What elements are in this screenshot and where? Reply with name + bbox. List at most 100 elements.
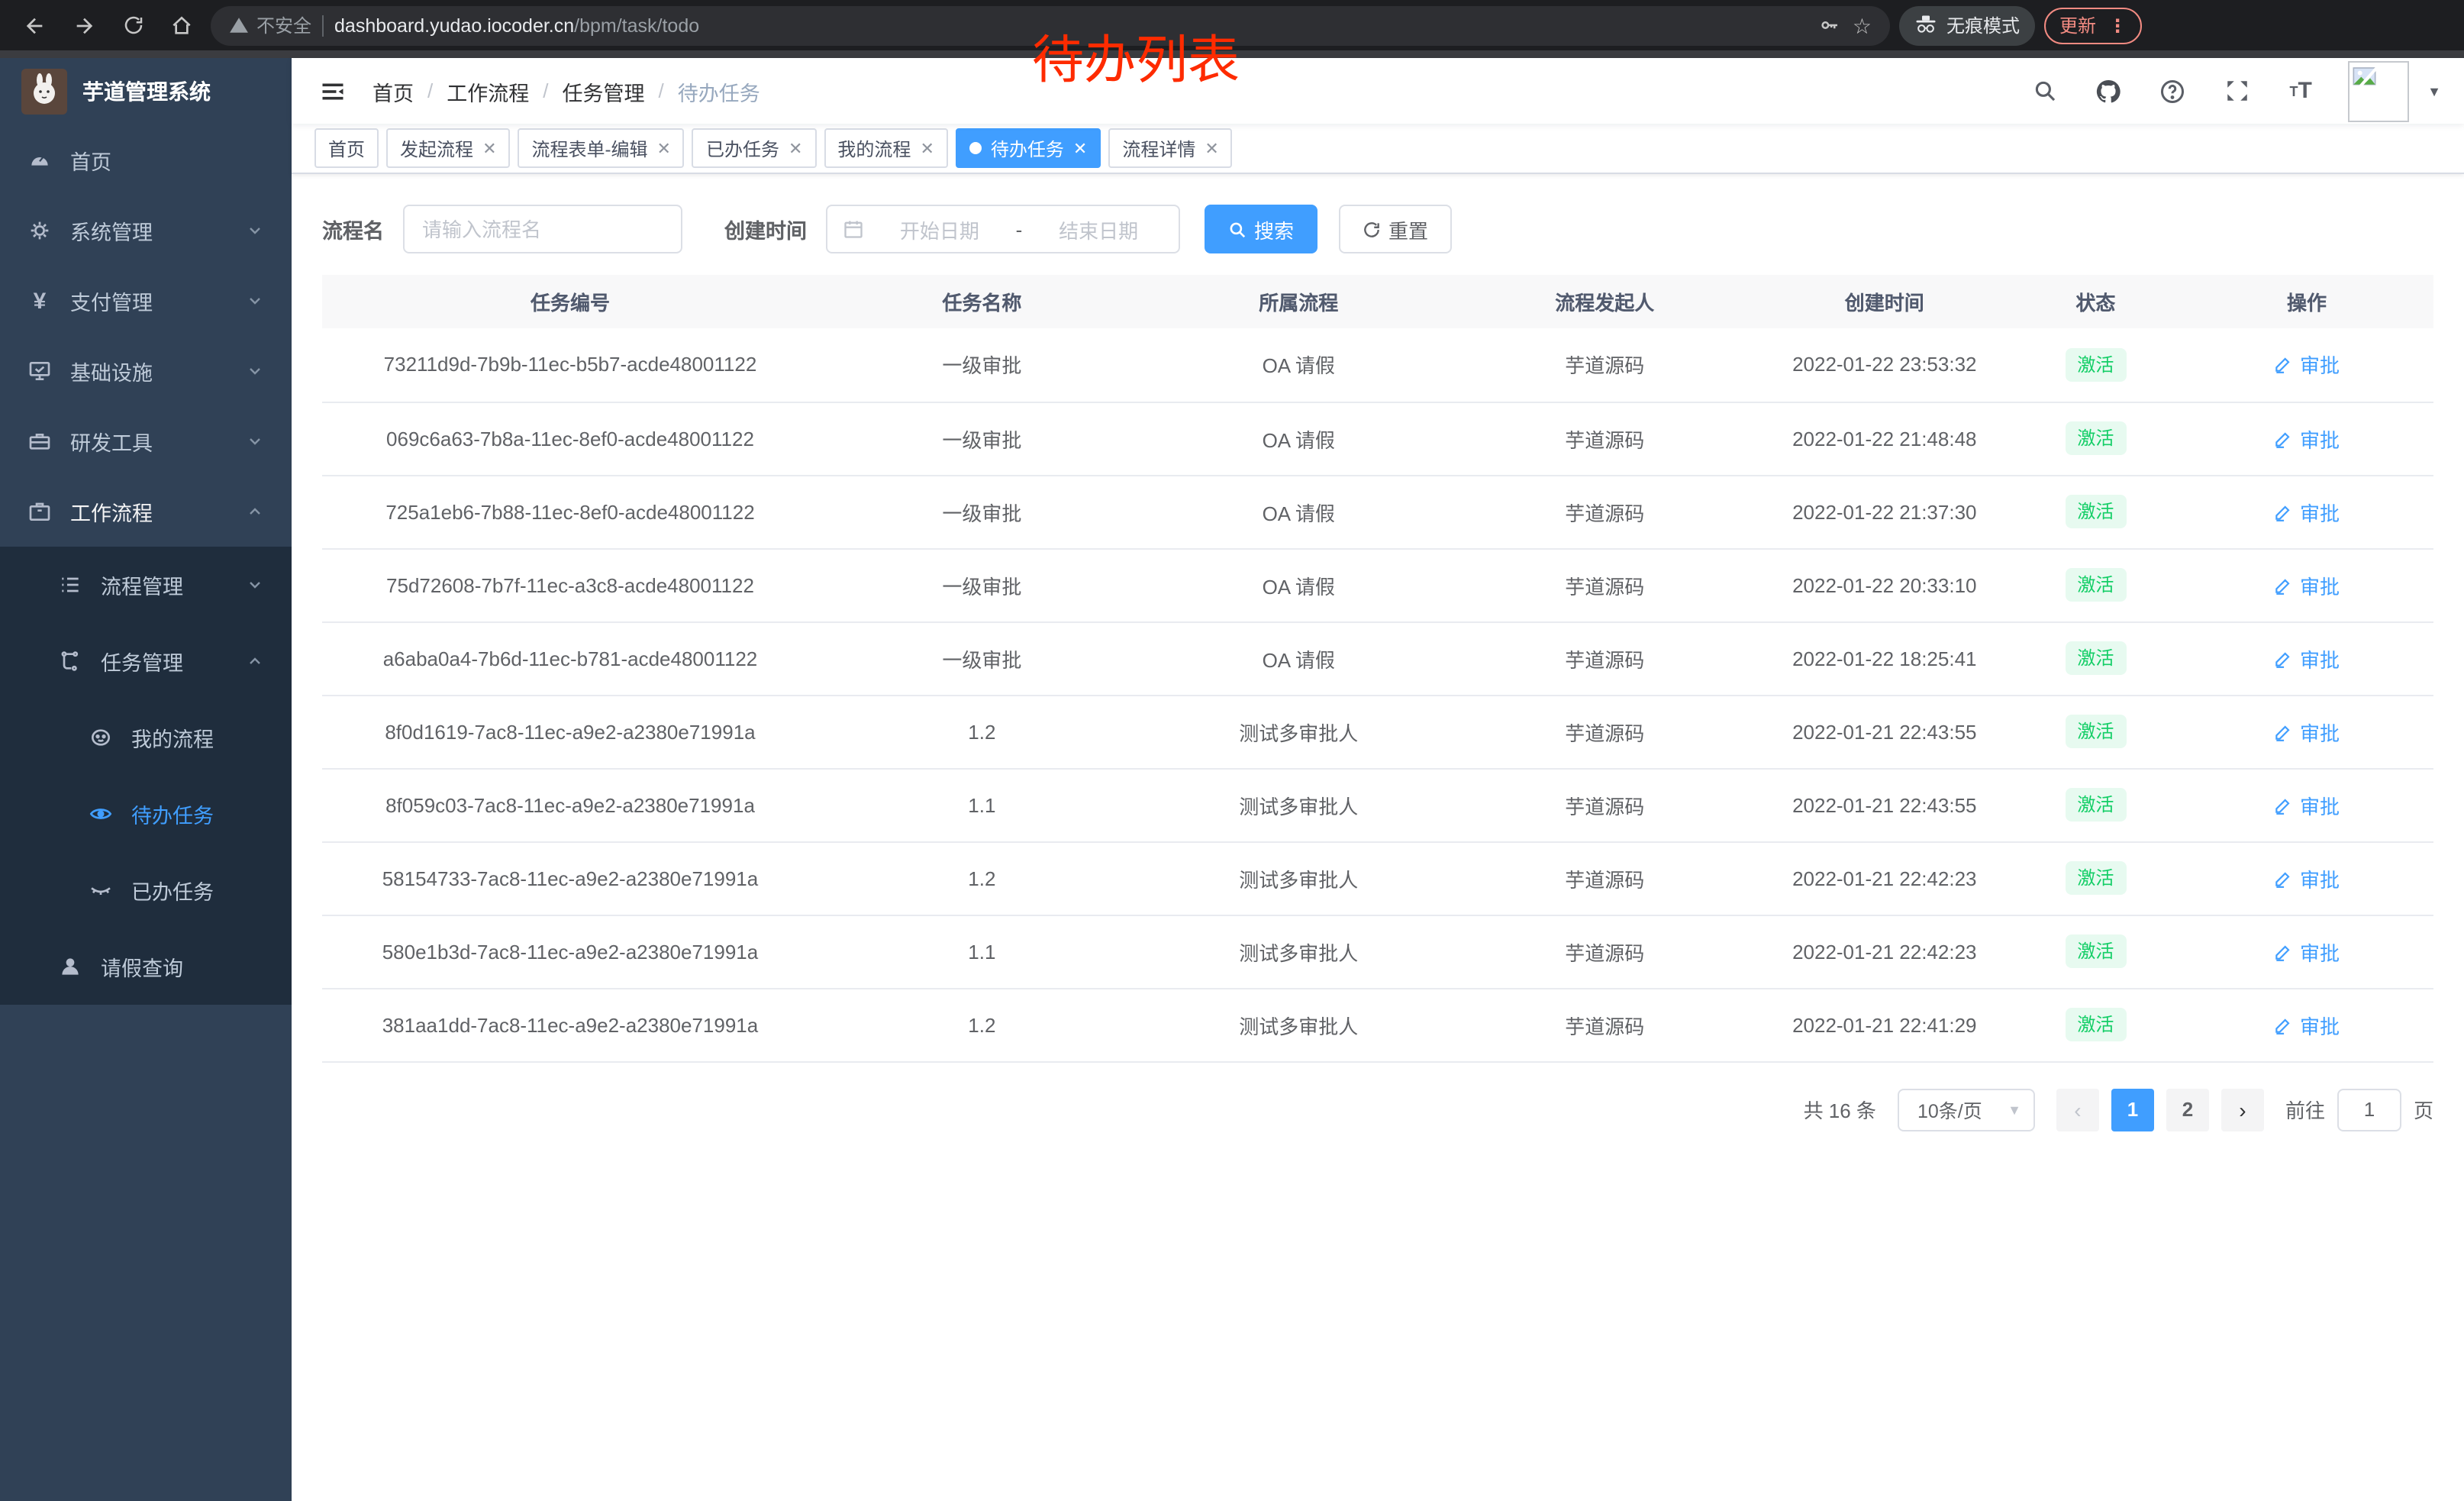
reset-button[interactable]: 重置 [1338,205,1451,253]
approve-link[interactable]: 审批 [2274,790,2340,819]
cell-task-id: 8f0d1619-7ac8-11ec-a9e2-a2380e71991a [322,695,818,768]
sidebar-item-devtools[interactable]: 研发工具 [0,406,292,476]
sidebar-item-system[interactable]: 系统管理 [0,195,292,266]
breadcrumb-home[interactable]: 首页 [373,76,414,106]
active-dot [969,142,982,154]
tab-label: 流程详情 [1122,135,1195,161]
cell-task-id: 580e1b3d-7ac8-11ec-a9e2-a2380e71991a [322,915,818,988]
tab-home[interactable]: 首页 [314,128,379,168]
monitor-icon [27,359,52,383]
sidebar-fold-button[interactable] [314,73,351,109]
goto-page-input[interactable] [2337,1088,2401,1131]
close-icon[interactable]: ✕ [482,138,496,158]
sidebar-item-done-tasks[interactable]: 已办任务 [0,852,292,928]
close-icon[interactable]: ✕ [920,138,934,158]
approve-link[interactable]: 审批 [2274,863,2340,893]
avatar[interactable] [2348,60,2409,121]
sidebar-item-label: 任务管理 [101,646,227,676]
cell-task-name: 1.2 [818,841,1146,915]
sidebar-item-workflow[interactable]: 工作流程 [0,476,292,547]
status-badge: 激活 [2065,715,2126,748]
annotation-overlay-text: 待办列表 [1032,18,1240,93]
close-icon[interactable]: ✕ [789,138,802,158]
security-warning[interactable]: 不安全 [229,12,311,38]
date-range-picker[interactable]: 开始日期 - 结束日期 [825,205,1179,253]
flow-icon [58,649,82,673]
tab-start-process[interactable]: 发起流程✕ [386,128,510,168]
approve-label: 审批 [2300,1010,2340,1039]
github-icon[interactable] [2091,74,2125,108]
browser-menu-icon[interactable]: ⋮ [2108,15,2127,36]
browser-home-button[interactable] [162,5,202,45]
browser-forward-button[interactable] [64,5,104,45]
sidebar-logo-row[interactable]: 芋道管理系统 [0,58,292,125]
edit-pencil-icon [2274,941,2294,961]
cell-actions: 审批 [2180,768,2433,841]
prev-page-button[interactable]: ‹ [2056,1088,2099,1131]
tab-my-process[interactable]: 我的流程✕ [824,128,947,168]
end-date-placeholder: 结束日期 [1034,215,1163,244]
approve-link[interactable]: 审批 [2274,937,2340,966]
sidebar-item-task-mgmt[interactable]: 任务管理 [0,623,292,699]
page-size-select[interactable]: 10条/页 ▼ [1898,1088,2035,1131]
sidebar-item-home[interactable]: 首页 [0,125,292,195]
cell-actions: 审批 [2180,988,2433,1061]
edit-pencil-icon [2274,648,2294,668]
tab-form-edit[interactable]: 流程表单-编辑✕ [518,128,685,168]
avatar-caret-icon[interactable]: ▼ [2427,83,2441,98]
cell-status: 激活 [2011,328,2180,402]
sidebar-item-payment[interactable]: ¥ 支付管理 [0,266,292,336]
fullscreen-icon[interactable] [2220,74,2253,108]
browser-back-button[interactable] [15,5,55,45]
font-size-icon[interactable]: TT [2284,74,2317,108]
page-buttons: ‹ 1 2 › [2056,1088,2264,1131]
breadcrumb-workflow[interactable]: 工作流程 [447,76,529,106]
process-name-input[interactable] [402,205,682,253]
tab-label: 已办任务 [706,135,779,161]
help-icon[interactable] [2156,74,2189,108]
sidebar-item-todo-tasks[interactable]: 待办任务 [0,776,292,852]
password-key-icon[interactable] [1819,14,1842,37]
cell-process: 测试多审批人 [1146,841,1452,915]
approve-link[interactable]: 审批 [2274,1010,2340,1039]
approve-link[interactable]: 审批 [2274,570,2340,599]
approve-link[interactable]: 审批 [2274,644,2340,673]
page-button-1[interactable]: 1 [2111,1088,2154,1131]
close-icon[interactable]: ✕ [1205,138,1218,158]
close-icon[interactable]: ✕ [1073,138,1087,158]
sidebar-item-my-process[interactable]: 我的流程 [0,699,292,776]
bookmark-star-icon[interactable]: ☆ [1853,15,1872,36]
cell-task-id: 069c6a63-7b8a-11ec-8ef0-acde48001122 [322,402,818,475]
edit-pencil-icon [2274,868,2294,888]
edit-pencil-icon [2274,795,2294,815]
user-icon [58,954,82,979]
cell-process: 测试多审批人 [1146,915,1452,988]
approve-link[interactable]: 审批 [2274,424,2340,453]
back-icon [23,13,47,37]
status-badge: 激活 [2065,641,2126,675]
tab-done-tasks[interactable]: 已办任务 ✕ [692,128,816,168]
col-process: 所属流程 [1146,275,1452,328]
approve-link[interactable]: 审批 [2274,717,2340,746]
search-icon[interactable] [2027,74,2061,108]
tab-todo-tasks[interactable]: 待办任务✕ [956,128,1101,168]
cell-initiator: 芋道源码 [1452,841,1758,915]
sidebar-item-leave-query[interactable]: 请假查询 [0,928,292,1005]
approve-link[interactable]: 审批 [2274,350,2340,379]
toolbox-icon [27,429,52,454]
close-icon[interactable]: ✕ [657,138,671,158]
sidebar-item-infrastructure[interactable]: 基础设施 [0,336,292,406]
cell-task-name: 一级审批 [818,475,1146,548]
col-task-name: 任务名称 [818,275,1146,328]
cell-process: OA 请假 [1146,621,1452,695]
browser-update-button[interactable]: 更新 ⋮ [2044,7,2142,44]
search-button[interactable]: 搜索 [1204,205,1317,253]
tab-process-detail[interactable]: 流程详情 ✕ [1108,128,1232,168]
next-page-button[interactable]: › [2221,1088,2264,1131]
face-icon [89,725,113,750]
browser-reload-button[interactable] [113,5,153,45]
sidebar-item-process-mgmt[interactable]: 流程管理 [0,547,292,623]
page-button-2[interactable]: 2 [2166,1088,2209,1131]
breadcrumb-task-mgmt[interactable]: 任务管理 [563,76,645,106]
approve-link[interactable]: 审批 [2274,497,2340,526]
